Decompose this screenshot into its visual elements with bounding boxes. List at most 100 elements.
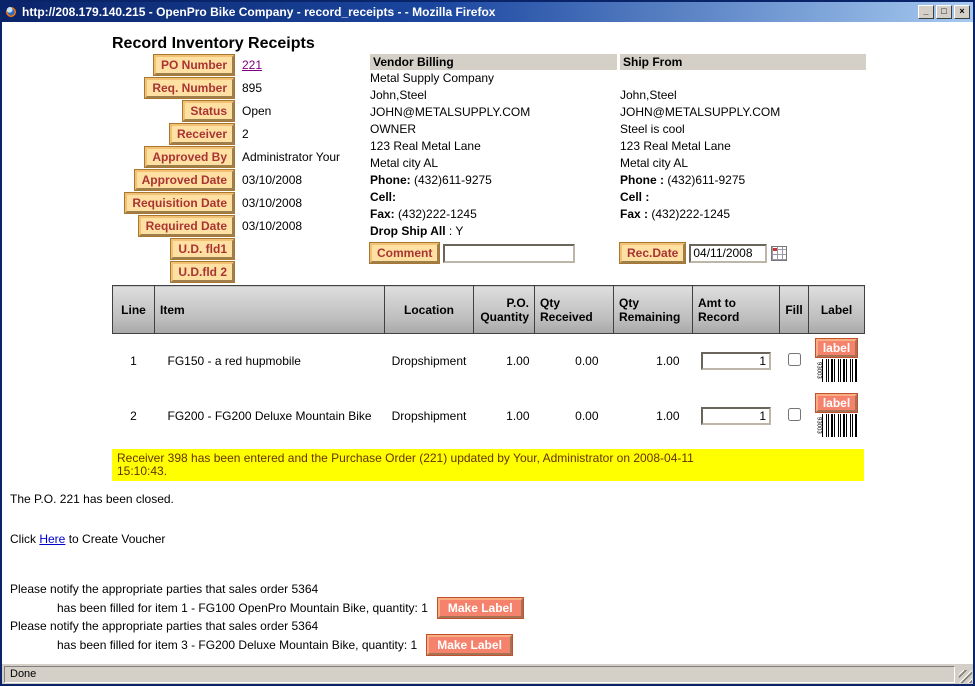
barcode-image: 93003 xyxy=(815,413,859,438)
notification-detail: has been filled for item 3 - FG200 Delux… xyxy=(10,634,750,656)
barcode-number: 93003 xyxy=(816,414,822,437)
req-number-button[interactable]: Req. Number xyxy=(145,78,234,98)
cell-qty-received: 0.00 xyxy=(535,334,614,389)
cell-qty-received: 0.00 xyxy=(535,389,614,444)
minimize-button[interactable]: _ xyxy=(918,5,934,19)
notification: Please notify the appropriate parties th… xyxy=(10,619,750,656)
po-number-button[interactable]: PO Number xyxy=(154,55,234,75)
close-button[interactable]: × xyxy=(954,5,970,19)
receipt-items-table: Line Item Location P.O. Quantity Qty Rec… xyxy=(112,285,865,444)
field-row-po-number: PO Number 221 xyxy=(2,53,362,76)
rec-date-button[interactable]: Rec.Date xyxy=(620,243,685,263)
create-voucher-link[interactable]: Here xyxy=(39,532,65,546)
notification-detail: has been filled for item 1 - FG100 OpenP… xyxy=(10,597,750,619)
amt-to-record-input[interactable] xyxy=(701,407,771,425)
ship-contact: John,Steel xyxy=(620,87,866,104)
col-header-line: Line xyxy=(113,286,155,334)
col-header-item: Item xyxy=(155,286,385,334)
receiver-update-message: Receiver 398 has been entered and the Pu… xyxy=(112,449,864,481)
make-label-button[interactable]: Make Label xyxy=(427,635,512,655)
col-header-qty-received: Qty Received xyxy=(535,286,614,334)
field-row-ud-fld1: U.D. fld1 xyxy=(2,237,362,260)
field-row-required-date: Required Date 03/10/2008 xyxy=(2,214,362,237)
field-row-approved-date: Approved Date 03/10/2008 xyxy=(2,168,362,191)
amt-to-record-input[interactable] xyxy=(701,352,771,370)
ud-fld2-button[interactable]: U.D.fld 2 xyxy=(171,262,234,282)
window-title: http://208.179.140.215 - OpenPro Bike Co… xyxy=(22,5,914,19)
ship-from-section: Ship From John,Steel JOHN@METALSUPPLY.CO… xyxy=(620,54,866,263)
cell-location: Dropshipment xyxy=(385,334,474,389)
vendor-dropship: Drop Ship All : Y xyxy=(370,223,617,240)
rec-date-row: Rec.Date xyxy=(620,243,866,263)
ud-fld1-button[interactable]: U.D. fld1 xyxy=(171,239,234,259)
ship-cell: Cell : xyxy=(620,189,866,206)
cell-item: FG150 - a red hupmobile xyxy=(155,334,385,389)
make-label-button[interactable]: Make Label xyxy=(438,598,523,618)
cell-line: 1 xyxy=(113,334,155,389)
cell-qty-remaining: 1.00 xyxy=(614,334,693,389)
approved-by-value: Administrator Your xyxy=(242,150,340,164)
titlebar[interactable]: http://208.179.140.215 - OpenPro Bike Co… xyxy=(2,2,973,22)
resize-grip[interactable] xyxy=(959,670,972,683)
required-date-button[interactable]: Required Date xyxy=(139,216,234,236)
table-row: 2 FG200 - FG200 Deluxe Mountain Bike Dro… xyxy=(113,389,865,444)
requisition-date-value: 03/10/2008 xyxy=(242,196,302,210)
req-number-value: 895 xyxy=(242,81,262,95)
window-controls: _ □ × xyxy=(918,5,971,19)
po-header-fields: PO Number 221 Req. Number 895 Status Ope… xyxy=(2,53,362,283)
comment-button[interactable]: Comment xyxy=(370,243,439,263)
col-header-location: Location xyxy=(385,286,474,334)
po-closed-message: The P.O. 221 has been closed. xyxy=(10,492,174,506)
col-header-fill: Fill xyxy=(780,286,809,334)
po-number-link[interactable]: 221 xyxy=(242,58,262,72)
ship-city: Metal city AL xyxy=(620,155,866,172)
receiver-button[interactable]: Receiver xyxy=(170,124,234,144)
col-header-po-quantity: P.O. Quantity xyxy=(474,286,535,334)
notifications: Please notify the appropriate parties th… xyxy=(10,582,750,656)
cell-po-quantity: 1.00 xyxy=(474,389,535,444)
vendor-phone: Phone: (432)611-9275 xyxy=(370,172,617,189)
approved-date-value: 03/10/2008 xyxy=(242,173,302,187)
ship-note: Steel is cool xyxy=(620,121,866,138)
vendor-address: 123 Real Metal Lane xyxy=(370,138,617,155)
create-voucher-line: Click Here to Create Voucher xyxy=(10,532,165,546)
notification: Please notify the appropriate parties th… xyxy=(10,582,750,619)
barcode-image: 93003 xyxy=(815,358,859,383)
firefox-icon[interactable] xyxy=(4,5,18,19)
status-button[interactable]: Status xyxy=(183,101,234,121)
field-row-status: Status Open xyxy=(2,99,362,122)
required-date-value: 03/10/2008 xyxy=(242,219,302,233)
col-header-qty-remaining: Qty Remaining xyxy=(614,286,693,334)
fill-checkbox[interactable] xyxy=(788,408,801,421)
label-button[interactable]: label xyxy=(816,339,857,357)
col-header-label: Label xyxy=(809,286,865,334)
vendor-billing-section: Vendor Billing Metal Supply Company John… xyxy=(370,54,617,263)
field-row-requisition-date: Requisition Date 03/10/2008 xyxy=(2,191,362,214)
rec-date-input[interactable] xyxy=(689,244,767,263)
ship-from-header: Ship From xyxy=(620,54,866,70)
approved-date-button[interactable]: Approved Date xyxy=(135,170,234,190)
approved-by-button[interactable]: Approved By xyxy=(145,147,234,167)
col-header-amt-to-record: Amt to Record xyxy=(693,286,780,334)
cell-po-quantity: 1.00 xyxy=(474,334,535,389)
cell-line: 2 xyxy=(113,389,155,444)
status-bar: Done xyxy=(2,663,973,684)
cell-item: FG200 - FG200 Deluxe Mountain Bike xyxy=(155,389,385,444)
vendor-title: OWNER xyxy=(370,121,617,138)
ship-email: JOHN@METALSUPPLY.COM xyxy=(620,104,866,121)
label-cell: label 93003 xyxy=(814,339,860,383)
browser-window: http://208.179.140.215 - OpenPro Bike Co… xyxy=(0,0,975,686)
ship-address: 123 Real Metal Lane xyxy=(620,138,866,155)
requisition-date-button[interactable]: Requisition Date xyxy=(125,193,234,213)
status-value: Open xyxy=(242,104,271,118)
label-button[interactable]: label xyxy=(816,394,857,412)
fill-checkbox[interactable] xyxy=(788,353,801,366)
page-title: Record Inventory Receipts xyxy=(112,35,315,53)
comment-input[interactable] xyxy=(443,244,575,263)
maximize-button[interactable]: □ xyxy=(936,5,952,19)
page-content: Record Inventory Receipts PO Number 221 … xyxy=(2,22,973,663)
calendar-icon[interactable] xyxy=(771,246,787,261)
field-row-req-number: Req. Number 895 xyxy=(2,76,362,99)
label-cell: label 93003 xyxy=(814,394,860,438)
comment-row: Comment xyxy=(370,243,617,263)
